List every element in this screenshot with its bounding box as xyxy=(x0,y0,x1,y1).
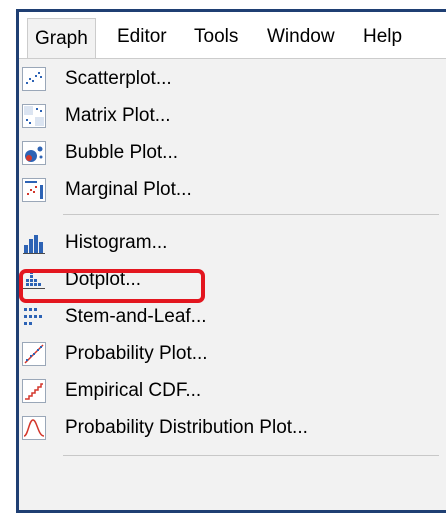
menu-item-label: Stem-and-Leaf... xyxy=(65,306,207,327)
menu-item-label: Probability Plot... xyxy=(65,343,208,364)
menu-bar: Graph Editor Tools Window Help xyxy=(19,12,446,59)
probability-distribution-plot-icon xyxy=(22,416,46,440)
matrix-plot-icon xyxy=(22,104,46,128)
menu-item-label: Bubble Plot... xyxy=(65,142,179,163)
bubble-plot-icon xyxy=(22,141,46,165)
menu-item-label: Probability Distribution Plot... xyxy=(65,417,308,438)
menu-item-stem-and-leaf[interactable]: Stem-and-Leaf... xyxy=(19,299,444,335)
graph-dropdown-menu: Scatterplot... Matrix Plot... Bubble Plo… xyxy=(19,58,446,510)
menu-window[interactable]: Window xyxy=(267,26,335,48)
screen: Graph Editor Tools Window Help Scatterpl… xyxy=(0,0,448,517)
scatterplot-icon xyxy=(22,67,46,91)
menu-item-probability-distribution-plot[interactable]: Probability Distribution Plot... xyxy=(19,410,444,446)
menu-item-empirical-cdf[interactable]: Empirical CDF... xyxy=(19,373,444,409)
menu-item-label: Histogram... xyxy=(65,232,168,253)
menu-tools[interactable]: Tools xyxy=(194,26,238,48)
menu-item-probability-plot[interactable]: Probability Plot... xyxy=(19,336,444,372)
menu-item-scatterplot[interactable]: Scatterplot... xyxy=(19,61,444,97)
marginal-plot-icon xyxy=(22,178,46,202)
menu-item-label: Marginal Plot... xyxy=(65,179,192,200)
menu-item-bubble-plot[interactable]: Bubble Plot... xyxy=(19,135,444,171)
menu-item-histogram[interactable]: Histogram... xyxy=(19,225,444,261)
menu-editor[interactable]: Editor xyxy=(117,26,167,48)
probability-plot-icon xyxy=(22,342,46,366)
menu-item-label: Matrix Plot... xyxy=(65,105,171,126)
menu-separator xyxy=(63,455,439,456)
menu-item-label: Empirical CDF... xyxy=(65,380,202,401)
menu-graph[interactable]: Graph xyxy=(27,18,96,58)
menu-item-label: Dotplot... xyxy=(65,269,142,290)
empirical-cdf-icon xyxy=(22,379,46,403)
menu-item-matrix-plot[interactable]: Matrix Plot... xyxy=(19,98,444,134)
menu-item-marginal-plot[interactable]: Marginal Plot... xyxy=(19,172,444,208)
stem-and-leaf-icon xyxy=(24,308,42,325)
menu-item-label: Scatterplot... xyxy=(65,68,172,89)
menu-separator xyxy=(63,214,439,215)
dotplot-icon xyxy=(23,271,45,289)
menu-help[interactable]: Help xyxy=(363,26,402,48)
application-window: Graph Editor Tools Window Help Scatterpl… xyxy=(16,9,446,513)
histogram-icon xyxy=(23,235,45,254)
menu-item-dotplot[interactable]: Dotplot... xyxy=(19,262,444,298)
